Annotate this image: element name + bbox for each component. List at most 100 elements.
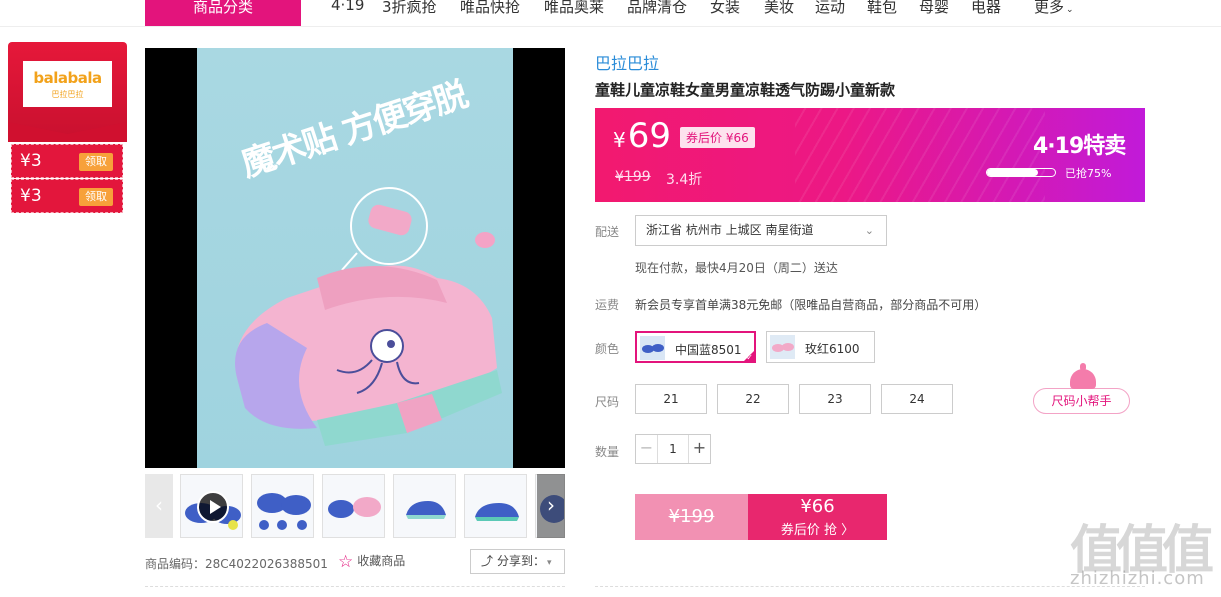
category-menu-button[interactable]: 商品分类: [145, 0, 301, 26]
divider: [145, 586, 565, 587]
sold-progress-fill: [987, 169, 1038, 176]
site-watermark: 值值值 zhizhizhi.com: [1062, 508, 1221, 597]
thumbnail-strip: ‹ ›: [145, 474, 565, 538]
chevron-left-icon[interactable]: ‹: [145, 474, 173, 538]
event-title: 4·19特卖: [1033, 134, 1126, 159]
nav-item-beauty[interactable]: 美妆: [764, 0, 794, 17]
thumbnail-video[interactable]: [180, 474, 243, 538]
nav-item-electronics[interactable]: 电器: [971, 0, 1001, 17]
discount-rate: 3.4折: [666, 172, 703, 188]
check-icon: ✓: [746, 353, 753, 362]
original-price-tag: ¥199: [635, 494, 748, 540]
price-banner: ¥69 券后价 ¥66 ¥199 3.4折 4·19特卖 已抢75%: [595, 108, 1145, 202]
current-price-value: 69: [627, 116, 671, 156]
delivery-label: 配送: [595, 225, 620, 239]
thumbnail-pair-set[interactable]: [322, 474, 385, 538]
top-navigation: 商品分类 4·19 3折疯抢 唯品快抢 唯品奥莱 品牌清仓 女装 美妆 运动 鞋…: [0, 0, 1221, 27]
play-icon[interactable]: [197, 491, 229, 523]
favorite-button[interactable]: ☆ 收藏商品: [338, 552, 405, 572]
nav-item-419[interactable]: 4·19: [331, 0, 364, 14]
sold-progress-bar: [986, 168, 1056, 177]
color-option-blue[interactable]: 中国蓝8501 ✓: [635, 331, 756, 363]
product-title: 童鞋儿童凉鞋女童男童凉鞋透气防踢小童新款: [595, 81, 896, 99]
coupon-amount: ¥3: [20, 151, 42, 171]
buy-price: ¥66: [800, 496, 835, 517]
color-swatch-blue: [640, 336, 665, 360]
favorite-label: 收藏商品: [357, 554, 406, 568]
claim-coupon-button[interactable]: 领取: [79, 153, 113, 171]
size-option-22[interactable]: 22: [717, 384, 789, 414]
increase-button[interactable]: +: [688, 435, 710, 463]
share-icon: ⤴: [481, 554, 494, 568]
size-helper-label: 尺码小帮手: [1051, 394, 1112, 408]
nav-item-bags[interactable]: 鞋包: [867, 0, 897, 17]
chevron-down-icon: ▾: [547, 558, 552, 568]
buy-label: 券后价 抢 〉: [780, 523, 855, 538]
size-helper-button[interactable]: 尺码小帮手: [1033, 363, 1130, 414]
product-photo: 魔术贴 方便穿脱: [197, 48, 513, 468]
original-price: ¥199: [615, 169, 651, 185]
nav-item-outlet[interactable]: 唯品奥莱: [544, 0, 604, 17]
size-option-23[interactable]: 23: [799, 384, 871, 414]
thumbnail-image: [475, 503, 519, 521]
sold-progress-text: 已抢75%: [1065, 167, 1112, 180]
chevron-down-icon: ⌄: [864, 224, 874, 237]
quantity-value[interactable]: 1: [658, 435, 688, 463]
coupon-amount: ¥3: [20, 186, 42, 206]
color-option-label: 玫红6100: [805, 342, 860, 356]
chevron-right-icon[interactable]: ›: [537, 474, 565, 538]
color-label: 颜色: [595, 342, 620, 356]
sandal-illustration: [235, 187, 502, 446]
store-coupon-panel: balabala 巴拉巴拉 ¥3 领取 ¥3 领取: [8, 42, 127, 214]
delivery-hint: 现在付款，最快4月20日（周二）送达: [635, 261, 838, 275]
chevron-down-icon: ⌄: [1066, 5, 1074, 15]
thumbnail-pink-side[interactable]: [393, 474, 456, 538]
size-option-24[interactable]: 24: [881, 384, 953, 414]
nav-more-label: 更多: [1034, 0, 1065, 16]
star-icon: ☆: [338, 552, 354, 572]
thumbnail-blue-side[interactable]: [464, 474, 527, 538]
delivery-address-select[interactable]: 浙江省 杭州市 上城区 南星街道 ⌄: [635, 215, 887, 246]
current-price: ¥69: [613, 116, 671, 156]
nav-item-quick-grab[interactable]: 唯品快抢: [460, 0, 520, 17]
nav-item-flash-sale[interactable]: 3折疯抢: [382, 0, 437, 17]
size-option-21[interactable]: 21: [635, 384, 707, 414]
color-option-pink[interactable]: 玫红6100: [766, 331, 875, 363]
claim-coupon-button[interactable]: 领取: [79, 188, 113, 206]
watermark-domain: zhizhizhi.com: [1070, 568, 1205, 589]
decrease-button[interactable]: −: [636, 435, 658, 463]
shipping-label: 运费: [595, 298, 620, 312]
color-swatch-pink: [770, 335, 795, 359]
nav-item-clearance[interactable]: 品牌清仓: [627, 0, 687, 17]
buy-now-button[interactable]: ¥66 券后价 抢 〉: [748, 494, 887, 540]
currency-symbol: ¥: [613, 128, 626, 152]
nav-item-sports[interactable]: 运动: [815, 0, 845, 17]
nav-item-womens[interactable]: 女装: [710, 0, 740, 17]
share-label: 分享到：: [497, 554, 546, 568]
delivery-address: 浙江省 杭州市 上城区 南星街道: [646, 223, 814, 237]
quantity-stepper: − 1 +: [635, 434, 711, 464]
product-code: 商品编码：28C4022026388501: [145, 557, 328, 571]
main-product-image[interactable]: 魔术贴 方便穿脱: [145, 48, 565, 468]
nav-item-more[interactable]: 更多 ⌄: [1034, 0, 1074, 17]
thumbnail-pair-top[interactable]: [251, 474, 314, 538]
coupon-item: ¥3 领取: [11, 179, 123, 213]
thumbnail-image: [257, 493, 311, 530]
quantity-label: 数量: [595, 445, 620, 459]
brand-logo-subtext: 巴拉巴拉: [51, 90, 84, 99]
mascot-icon: [1070, 363, 1096, 389]
card-fold-decoration: [8, 122, 127, 142]
brand-logo: balabala 巴拉巴拉: [23, 61, 112, 107]
coupon-price-badge: 券后价 ¥66: [680, 127, 755, 148]
thumbnail-image: [328, 497, 381, 518]
color-option-label: 中国蓝8501: [675, 343, 742, 357]
size-label: 尺码: [595, 395, 620, 409]
brand-link[interactable]: 巴拉巴拉: [595, 50, 659, 74]
nav-item-baby[interactable]: 母婴: [919, 0, 949, 17]
brand-logo-text: balabala: [33, 69, 102, 87]
thumbnail-image: [406, 501, 446, 519]
coupon-item: ¥3 领取: [11, 144, 123, 178]
brand-card[interactable]: balabala 巴拉巴拉: [8, 42, 127, 142]
share-button[interactable]: ⤴ 分享到： ▾: [470, 549, 565, 574]
shipping-info: 新会员专享首单满38元免邮（限唯品自营商品，部分商品不可用）: [635, 298, 987, 312]
